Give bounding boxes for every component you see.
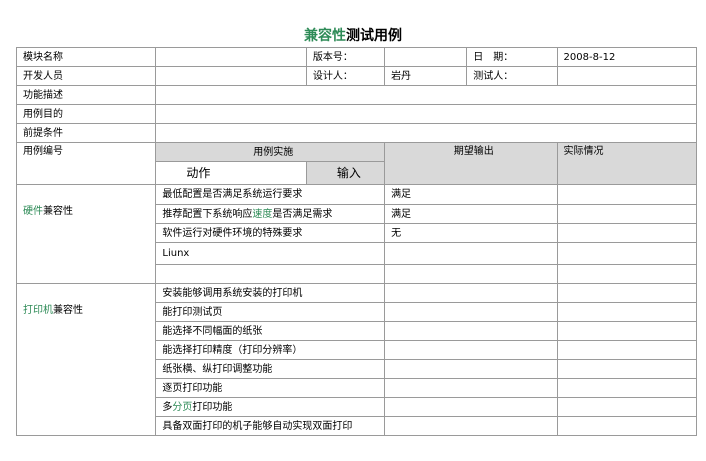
actual-cell [556, 340, 698, 360]
expected-cell: 满足 [384, 184, 558, 205]
module-row: 模块名称 版本号： 日 期： 2008-8-12 [15, 47, 698, 67]
document-page: 兼容性测试用例 模块名称 版本号： 日 期： 2008-8-12 开发人员 设计… [0, 0, 706, 461]
actual-cell [556, 184, 698, 205]
purpose-row: 用例目的 [15, 104, 697, 124]
actual-cell [556, 283, 698, 303]
action-text: 是否满足需求 [272, 208, 333, 220]
tester-value [556, 66, 698, 86]
action-cell: 软件运行对硬件环境的特殊要求 [155, 223, 386, 243]
test-case-table: 模块名称 版本号： 日 期： 2008-8-12 开发人员 设计人： 岩丹 测试… [15, 47, 698, 436]
action-text: 多 [162, 401, 173, 413]
expected-cell [384, 302, 558, 322]
function-desc-label: 功能描述 [15, 85, 157, 105]
action-cell: Liunx [155, 242, 386, 265]
actual-cell [556, 378, 698, 398]
column-header-row: 用例编号 用例实施 期望输出 实际情况 [15, 142, 698, 185]
action-cell: 推荐配置下系统响应速度是否满足需求 [155, 204, 386, 224]
action-text: 推荐配置下系统响应 [162, 208, 253, 220]
group-name-rest: 兼容性 [53, 305, 83, 316]
expected-header: 期望输出 [384, 142, 558, 185]
precondition-row: 前提条件 [15, 123, 697, 143]
expected-cell [384, 416, 558, 436]
group-name-rest: 兼容性 [43, 206, 73, 217]
implementation-header: 用例实施 [155, 142, 386, 162]
purpose-label: 用例目的 [15, 104, 157, 124]
actual-cell [556, 321, 698, 341]
date-value: 2008-8-12 [556, 47, 698, 67]
action-text: 打印功能 [192, 401, 233, 413]
group-hardware: 硬件兼容性 [15, 184, 157, 284]
expected-cell [384, 359, 558, 379]
designer-label: 设计人： [305, 66, 386, 86]
action-cell: 最低配置是否满足系统运行要求 [155, 184, 386, 205]
group-printer: 打印机兼容性 [15, 283, 157, 436]
version-label: 版本号： [305, 47, 386, 67]
title-highlight: 兼容性 [304, 28, 346, 44]
input-header: 输入 [305, 161, 386, 185]
module-name-value [155, 47, 307, 67]
actual-cell [556, 416, 698, 436]
action-highlight: 速度 [252, 208, 273, 220]
action-cell: 多分页打印功能 [155, 397, 386, 417]
expected-cell [384, 264, 558, 284]
actual-cell [556, 242, 698, 265]
function-desc-value [155, 85, 697, 105]
action-cell: 能打印测试页 [155, 302, 386, 322]
actual-cell [556, 397, 698, 417]
actual-cell [556, 204, 698, 224]
developer-label: 开发人员 [15, 66, 157, 86]
expected-cell [384, 340, 558, 360]
tester-label: 测试人： [466, 66, 558, 86]
precondition-label: 前提条件 [15, 123, 157, 143]
function-desc-row: 功能描述 [15, 85, 697, 105]
designer-value: 岩丹 [384, 66, 468, 86]
table-row: 打印机兼容性 安装能够调用系统安装的打印机 [15, 283, 698, 436]
developer-value [155, 66, 307, 86]
module-name-label: 模块名称 [15, 47, 157, 67]
title-rest: 测试用例 [346, 28, 402, 44]
actual-cell [556, 302, 698, 322]
action-cell: 逐页打印功能 [155, 378, 386, 398]
developer-row: 开发人员 设计人： 岩丹 测试人： [15, 66, 698, 86]
expected-cell: 无 [384, 223, 558, 243]
expected-cell [384, 321, 558, 341]
actual-cell [556, 223, 698, 243]
expected-cell [384, 283, 558, 303]
purpose-value [155, 104, 697, 124]
table-row: 硬件兼容性 最低配置是否满足系统运行要求 满足 [15, 184, 698, 284]
expected-cell [384, 242, 558, 265]
version-value [384, 47, 468, 67]
case-id-header: 用例编号 [15, 142, 157, 185]
expected-cell: 满足 [384, 204, 558, 224]
precondition-value [155, 123, 697, 143]
document-title: 兼容性测试用例 [0, 26, 706, 46]
action-cell: 纸张横、纵打印调整功能 [155, 359, 386, 379]
action-cell: 安装能够调用系统安装的打印机 [155, 283, 386, 303]
actual-header: 实际情况 [556, 142, 698, 185]
action-cell: 能选择不同幅面的纸张 [155, 321, 386, 341]
expected-cell [384, 378, 558, 398]
action-cell: 具备双面打印的机子能够自动实现双面打印 [155, 416, 386, 436]
group-name-green: 硬件 [23, 206, 43, 217]
expected-cell [384, 397, 558, 417]
action-cell [155, 264, 386, 284]
action-cell: 能选择打印精度（打印分辨率） [155, 340, 386, 360]
actual-cell [556, 359, 698, 379]
group-name-green: 打印机 [23, 305, 53, 316]
action-header: 动作 [155, 161, 307, 185]
actual-cell [556, 264, 698, 284]
action-highlight: 分页 [172, 401, 193, 413]
date-label: 日 期： [466, 47, 558, 67]
